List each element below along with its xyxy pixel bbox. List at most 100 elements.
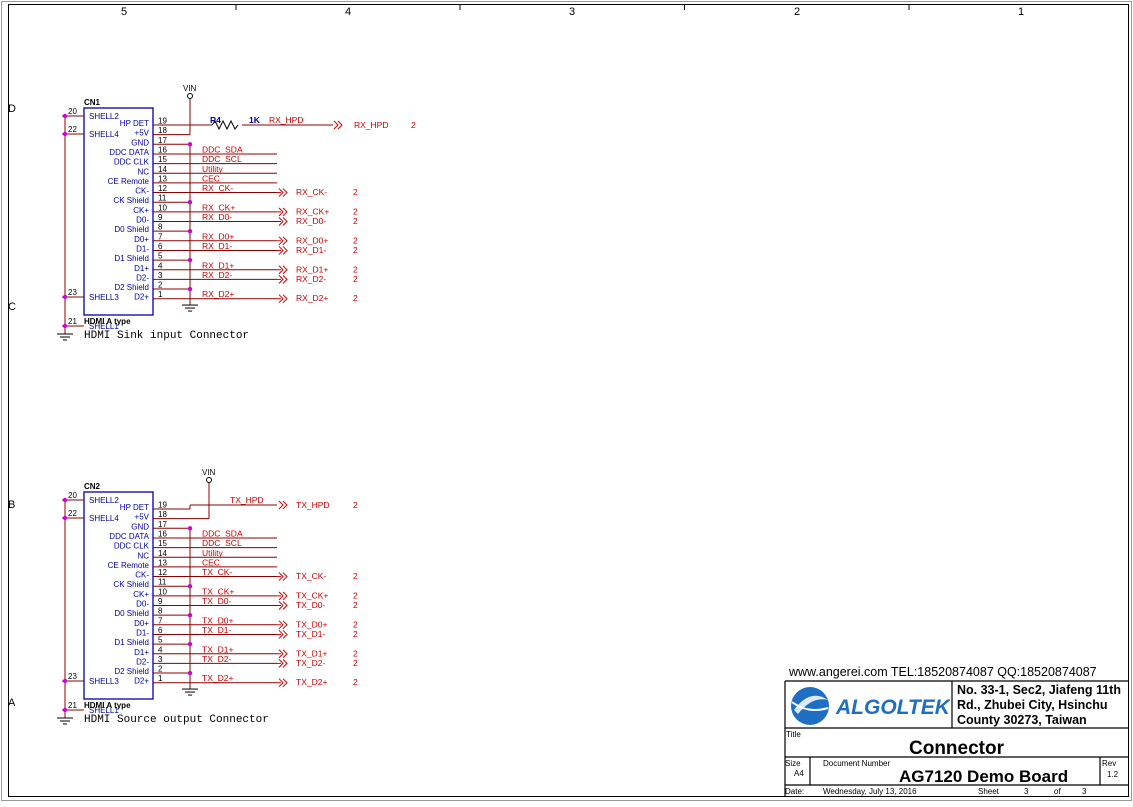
pin-name: D2+ <box>134 293 149 302</box>
date-label: Date: <box>785 787 805 796</box>
frame-row-label: A <box>8 697 16 709</box>
net-label: TX_D1- <box>202 625 231 635</box>
junction-dot <box>62 515 68 521</box>
pin-name: SHELL4 <box>89 514 119 523</box>
net-label: Utility <box>202 164 224 174</box>
pin-name: NC <box>137 167 149 176</box>
junction-dot <box>187 641 193 647</box>
pin-number: 11 <box>158 578 167 587</box>
net-label: RX_D0+ <box>202 231 234 241</box>
pin-name: GND <box>131 138 149 147</box>
pin-name: D1 Shield <box>114 254 149 263</box>
pin-number: 13 <box>158 174 167 183</box>
sheet-label: Sheet <box>978 787 999 796</box>
pin-number: 8 <box>158 223 163 232</box>
power-symbol <box>206 477 212 483</box>
pin-number: 20 <box>68 107 77 116</box>
net-label: TX_D2+ <box>202 673 233 683</box>
pin-number: 6 <box>158 242 163 251</box>
pin-name: D2- <box>136 273 149 282</box>
pin-number: 14 <box>158 549 167 558</box>
power-symbol <box>187 93 193 99</box>
address-line: Rd., Zhubei City, Hsinchu <box>957 698 1108 712</box>
frame-row-label: B <box>8 499 15 511</box>
pin-name: DDC CLK <box>114 542 150 551</box>
junction-dot <box>62 113 68 119</box>
pin-name: +5V <box>135 129 150 138</box>
frame-column-label: 2 <box>794 6 800 18</box>
port-label: TX_CK+ <box>296 590 328 600</box>
pin-name: D2 Shield <box>114 283 149 292</box>
net-label: RX_HPD <box>269 115 303 125</box>
offpage-connector-icon <box>278 500 288 510</box>
junction-dot <box>187 228 193 234</box>
port-label: TX_D2+ <box>296 677 327 687</box>
net-label: TX_CK+ <box>202 586 234 596</box>
pin-number: 13 <box>158 558 167 567</box>
pin-name: D1- <box>136 628 149 637</box>
frame-column-label: 1 <box>1018 6 1024 18</box>
frame-column-label: 3 <box>569 6 575 18</box>
pin-name: SHELL2 <box>89 112 119 121</box>
junction-dot <box>62 323 68 329</box>
port-label: TX_D1+ <box>296 648 327 658</box>
sheet-ref: 2 <box>353 216 358 226</box>
sheet-ref: 2 <box>353 274 358 284</box>
junction-dot <box>62 707 68 713</box>
net-label: RX_D1- <box>202 241 232 251</box>
offpage-connector-icon <box>333 120 343 130</box>
junction-dot <box>187 200 193 205</box>
pin-name: CK- <box>135 571 149 580</box>
pin-name: HP DET <box>120 503 149 512</box>
pin-name: D1 Shield <box>114 638 149 647</box>
pin-name: DDC CLK <box>114 158 150 167</box>
rev-label: Rev <box>1102 759 1117 768</box>
port-label: RX_CK- <box>296 187 327 197</box>
pin-name: CK Shield <box>113 196 149 205</box>
pin-number: 10 <box>158 203 167 212</box>
port-label: TX_HPD <box>296 500 330 510</box>
pin-number: 3 <box>158 271 163 280</box>
port-label: RX_D0+ <box>296 235 328 245</box>
pin-name: D0 Shield <box>114 225 149 234</box>
pin-name: SHELL3 <box>89 293 119 302</box>
pin-number: 10 <box>158 587 167 596</box>
pin-name: CE Remote <box>108 177 150 186</box>
sheet-title: Connector <box>909 738 1004 759</box>
pin-name: NC <box>137 551 149 560</box>
net-label: RX_D2- <box>202 270 232 280</box>
port-label: TX_D2- <box>296 658 325 668</box>
port-label: RX_D2+ <box>296 293 328 303</box>
net-label: RX_D1+ <box>202 260 234 270</box>
pin-name: D1+ <box>134 648 149 657</box>
pin-number: 16 <box>158 529 167 538</box>
pin-number: 18 <box>158 126 167 135</box>
power-label: VIN <box>202 468 216 477</box>
sheet-ref: 2 <box>353 590 358 600</box>
pin-number: 21 <box>68 317 77 326</box>
sheet-ref: 2 <box>353 648 358 658</box>
pin-number: 2 <box>158 281 163 290</box>
junction-dot <box>187 526 193 531</box>
port-label: RX_D0- <box>296 216 326 226</box>
net-label: TX_CK- <box>202 567 232 577</box>
pin-name: SHELL4 <box>89 130 119 139</box>
connector-refdes: CN2 <box>84 482 101 491</box>
sheet-ref: 2 <box>411 120 416 130</box>
pin-number: 15 <box>158 155 167 164</box>
logo-globe-icon: ALGOLTEK <box>791 687 952 725</box>
pin-name: D0 Shield <box>114 609 149 618</box>
pin-number: 8 <box>158 607 163 616</box>
junction-dot <box>62 294 68 300</box>
pin-number: 4 <box>158 645 163 654</box>
pin-name: GND <box>131 522 149 531</box>
size-label: Size <box>785 759 801 768</box>
net-label: CEC <box>202 173 220 183</box>
pin-name: CK- <box>135 187 149 196</box>
frame-column-label: 5 <box>121 6 127 18</box>
port-label: RX_HPD <box>354 120 388 130</box>
pin-name: CK+ <box>133 206 149 215</box>
pin-name: D2 Shield <box>114 667 149 676</box>
junction-dot <box>187 612 193 618</box>
watermark-text: www.angerei.com TEL:18520874087 QQ:18520… <box>789 665 1097 679</box>
